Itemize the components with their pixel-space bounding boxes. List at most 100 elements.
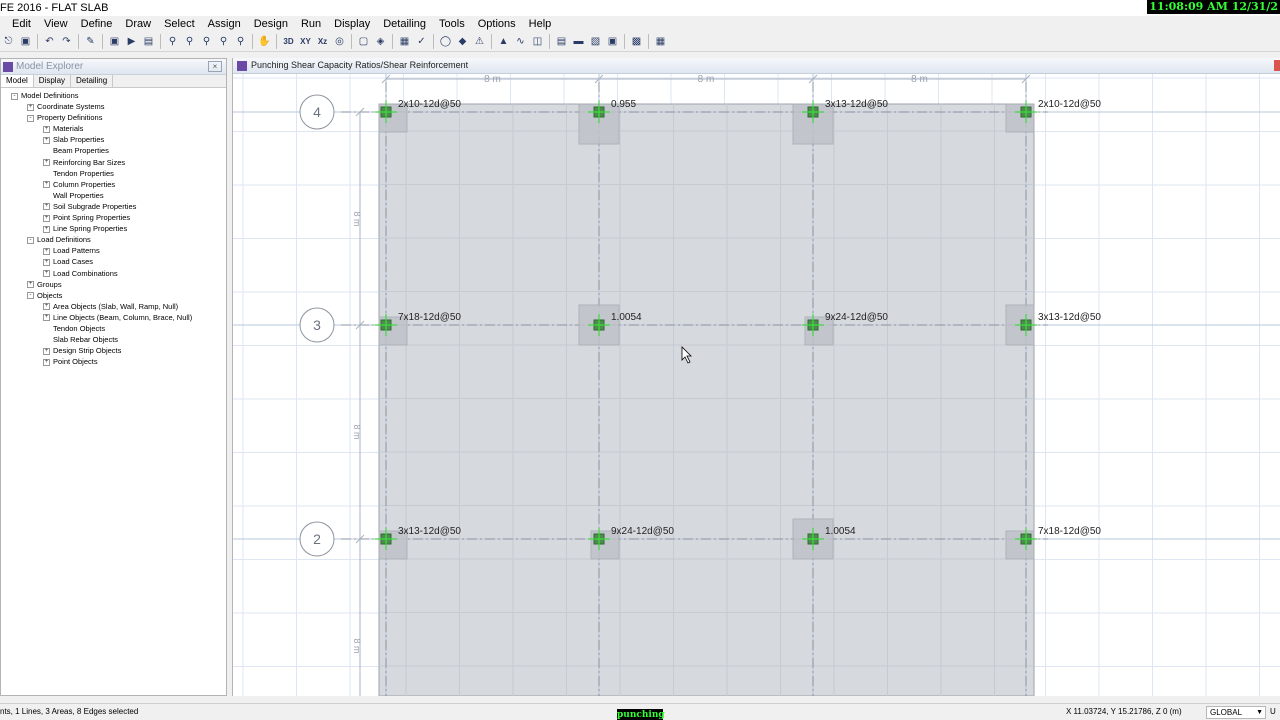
save-icon[interactable]: ▣ (17, 33, 34, 50)
tab-detailing[interactable]: Detailing (71, 75, 114, 87)
strip-forces-icon[interactable]: ▤ (553, 33, 570, 50)
zoom-previous-icon[interactable]: ⚲ (198, 33, 215, 50)
menu-detailing[interactable]: Detailing (383, 16, 426, 32)
force-diagram-icon[interactable]: ◫ (529, 33, 546, 50)
tree-item[interactable]: + Area Objects (Slab, Wall, Ramp, Null) (1, 301, 226, 312)
tab-model[interactable]: Model (1, 75, 34, 87)
menu-define[interactable]: Define (81, 16, 113, 32)
drawing-canvas[interactable]: 8 m 8 m 8 m 8 m 8 m 8 m 4 3 2 2x10-12d@50 0.955 3x1… (233, 74, 1280, 696)
zoom-in-icon[interactable]: ⚲ (215, 33, 232, 50)
tree-item[interactable]: + Groups (1, 279, 226, 290)
expand-icon[interactable]: + (43, 203, 50, 211)
tree-item[interactable]: Tendon Properties (1, 168, 226, 179)
open-icon[interactable]: ⎋ (0, 33, 17, 50)
view-xz-button[interactable]: Xz (314, 33, 331, 50)
tree-item[interactable]: + Point Spring Properties (1, 212, 226, 223)
deformed-shape-icon[interactable]: ∿ (512, 33, 529, 50)
tree-item[interactable]: + Line Objects (Beam, Column, Brace, Null… (1, 312, 226, 323)
tree-item[interactable]: - Objects (1, 290, 226, 301)
tree-item[interactable]: - Model Definitions (1, 90, 226, 101)
tree-item[interactable]: + Materials (1, 123, 226, 134)
expand-icon[interactable]: + (43, 303, 50, 311)
collapse-icon[interactable]: - (27, 236, 34, 244)
select-pointer-icon[interactable]: ▦ (396, 33, 413, 50)
menu-select[interactable]: Select (164, 16, 195, 32)
redo-icon[interactable]: ↷ (58, 33, 75, 50)
expand-icon[interactable]: + (43, 314, 50, 322)
menu-tools[interactable]: Tools (439, 16, 465, 32)
tree-item[interactable]: - Load Definitions (1, 234, 226, 245)
warning-icon[interactable]: ⚠ (471, 33, 488, 50)
tree-item[interactable]: + Design Strip Objects (1, 345, 226, 356)
chart-icon[interactable]: ▩ (628, 33, 645, 50)
tree-item[interactable]: + Line Spring Properties (1, 223, 226, 234)
diamond-icon[interactable]: ◆ (454, 33, 471, 50)
close-icon[interactable]: × (208, 61, 222, 72)
support-icon[interactable]: ▲ (495, 33, 512, 50)
expand-icon[interactable]: + (43, 181, 50, 189)
expand-icon[interactable]: + (43, 225, 50, 233)
pan-hand-icon[interactable]: ✋ (256, 33, 273, 50)
tree-item[interactable]: Slab Rebar Objects (1, 334, 226, 345)
close-icon[interactable] (1274, 60, 1280, 71)
expand-icon[interactable]: + (43, 159, 50, 167)
menu-view[interactable]: View (44, 16, 68, 32)
menu-run[interactable]: Run (301, 16, 321, 32)
coordinate-system-select[interactable]: GLOBAL ▼ (1206, 706, 1266, 719)
tree-item[interactable]: + Soil Subgrade Properties (1, 201, 226, 212)
tree-item[interactable]: + Load Combinations (1, 268, 226, 279)
run-analysis-icon[interactable]: ▶ (123, 33, 140, 50)
menu-draw[interactable]: Draw (125, 16, 151, 32)
expand-icon[interactable]: + (27, 281, 34, 289)
tree-item[interactable]: + Load Cases (1, 256, 226, 267)
expand-icon[interactable]: + (43, 214, 50, 222)
tree-item[interactable]: Beam Properties (1, 145, 226, 156)
tree-item[interactable]: Tendon Objects (1, 323, 226, 334)
plan-drawing[interactable]: 8 m 8 m 8 m 8 m 8 m 8 m 4 3 2 2x10-12d@50 0.955 3x1… (233, 74, 1280, 696)
zoom-out-icon[interactable]: ⚲ (232, 33, 249, 50)
undo-icon[interactable]: ↶ (41, 33, 58, 50)
expand-icon[interactable]: + (43, 358, 50, 366)
expand-icon[interactable]: + (43, 247, 50, 255)
slab-forces-icon[interactable]: ▬ (570, 33, 587, 50)
tree-item[interactable]: + Reinforcing Bar Sizes (1, 157, 226, 168)
punching-shear-icon[interactable]: ▣ (604, 33, 621, 50)
display-options-icon[interactable]: ◈ (372, 33, 389, 50)
collapse-icon[interactable]: - (27, 292, 34, 300)
expand-icon[interactable]: + (43, 125, 50, 133)
menu-assign[interactable]: Assign (208, 16, 241, 32)
tree-item[interactable]: Wall Properties (1, 190, 226, 201)
collapse-icon[interactable]: - (11, 92, 18, 100)
expand-icon[interactable]: + (43, 270, 50, 278)
tree-item[interactable]: + Coordinate Systems (1, 101, 226, 112)
menu-options[interactable]: Options (478, 16, 516, 32)
view-3d-button[interactable]: 3D (280, 33, 297, 50)
check-icon[interactable]: ✓ (413, 33, 430, 50)
rotate-view-icon[interactable]: ◎ (331, 33, 348, 50)
tree-item[interactable]: + Load Patterns (1, 245, 226, 256)
menu-design[interactable]: Design (254, 16, 288, 32)
refresh-window-icon[interactable]: ▤ (140, 33, 157, 50)
tree-item[interactable]: + Slab Properties (1, 134, 226, 145)
menu-edit[interactable]: Edit (12, 16, 31, 32)
expand-icon[interactable]: + (43, 136, 50, 144)
collapse-icon[interactable]: - (27, 114, 34, 122)
menu-help[interactable]: Help (529, 16, 552, 32)
tree-item[interactable]: - Property Definitions (1, 112, 226, 123)
slab-area[interactable] (378, 103, 1035, 696)
expand-icon[interactable]: + (43, 347, 50, 355)
expand-icon[interactable]: + (43, 258, 50, 266)
tree-item[interactable]: + Point Objects (1, 356, 226, 367)
circle-select-icon[interactable]: ◯ (437, 33, 454, 50)
expand-icon[interactable]: + (27, 103, 34, 111)
tab-display[interactable]: Display (34, 75, 72, 87)
pencil-icon[interactable]: ✎ (82, 33, 99, 50)
menu-display[interactable]: Display (334, 16, 370, 32)
view-xy-button[interactable]: XY (297, 33, 314, 50)
zoom-window-icon[interactable]: ⚲ (164, 33, 181, 50)
units-select[interactable]: U (1270, 707, 1276, 716)
perspective-icon[interactable]: ▢ (355, 33, 372, 50)
lock-icon[interactable]: ▣ (106, 33, 123, 50)
tree-item[interactable]: + Column Properties (1, 179, 226, 190)
zoom-extents-icon[interactable]: ⚲ (181, 33, 198, 50)
